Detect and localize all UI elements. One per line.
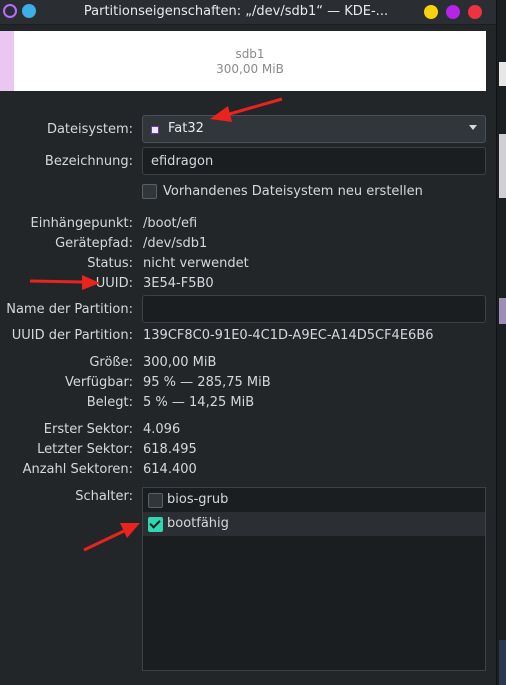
arrow-to-bootable-icon: [83, 523, 140, 552]
arrow-to-filesystem-icon: [210, 97, 283, 122]
arrow-to-uuid-icon: [29, 275, 100, 290]
annotation-arrows: [29, 97, 283, 552]
